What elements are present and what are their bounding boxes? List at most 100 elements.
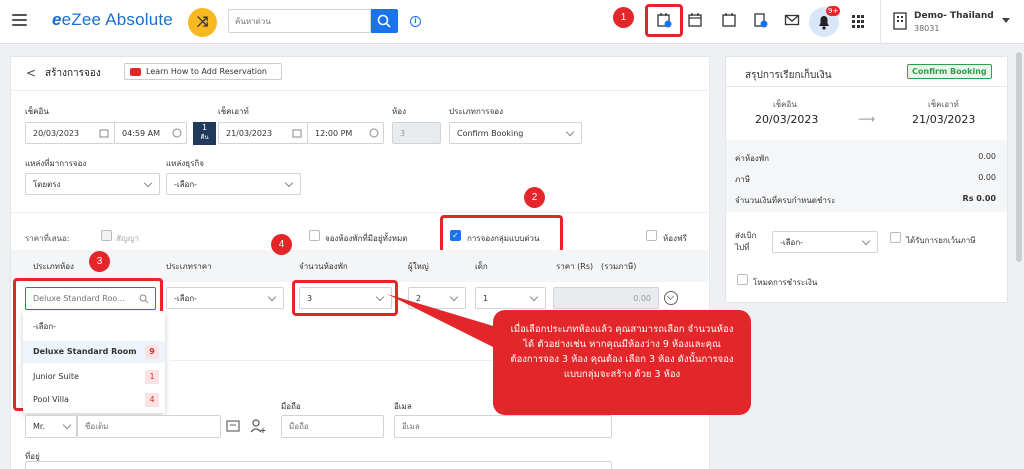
mobile-field[interactable] (281, 415, 384, 438)
search-input[interactable] (229, 10, 370, 32)
room-option[interactable]: -เลือก- (23, 316, 165, 338)
nights-badge: 1 คืน (193, 122, 216, 145)
notification-badge: 9+ (826, 6, 841, 16)
full-name-field[interactable] (77, 415, 221, 438)
clock-icon (369, 128, 379, 138)
title-select[interactable]: Mr. (25, 415, 77, 438)
business-source-select[interactable]: -เลือก- (166, 173, 301, 195)
checkout-time-value: 12:00 PM (315, 128, 353, 138)
room-option[interactable]: Pool Villa 4 (23, 389, 165, 411)
reserve-available-checkbox[interactable] (309, 230, 320, 241)
tax-exempt-checkbox[interactable] (890, 232, 901, 243)
divider (11, 212, 708, 213)
room-option-label: Deluxe Standard Room (33, 347, 137, 356)
room-option-label: Junior Suite (33, 372, 79, 381)
contract-checkbox[interactable] (101, 230, 112, 241)
address-field[interactable] (25, 461, 612, 469)
chevron-down-icon (143, 178, 153, 188)
room-type-search[interactable] (25, 287, 156, 310)
summary-checkout-label: เช็คเอาท์ (928, 100, 959, 109)
back-icon[interactable]: < (26, 66, 36, 80)
room-availability-count: 1 (145, 370, 159, 384)
mail-icon[interactable] (784, 12, 800, 28)
chevron-down-icon[interactable] (1002, 18, 1010, 23)
shuffle-icon[interactable]: ⤨ (188, 8, 217, 37)
help-button[interactable]: Learn How to Add Reservation (124, 63, 282, 80)
tax-label: ภาษี (735, 175, 751, 184)
chevron-down-icon (62, 420, 72, 430)
checkout-time-field[interactable]: 12:00 PM (307, 122, 384, 144)
col-num-rooms: จำนวนห้องพัก (299, 262, 348, 271)
chevron-down-icon (529, 292, 539, 302)
invoice-icon[interactable] (752, 12, 768, 28)
checkin-time-field[interactable]: 04:59 AM (114, 122, 187, 144)
apps-grid-icon[interactable] (852, 15, 866, 29)
checkin-date-value: 20/03/2023 (33, 128, 80, 138)
source-select[interactable]: โดยตรง (25, 173, 160, 195)
brand-logo[interactable]: eeZee Absolute (52, 10, 173, 30)
mobile-input[interactable] (289, 422, 379, 431)
expand-row-icon[interactable] (664, 291, 678, 305)
tax-exempt-label: ได้รับการยกเว้นภาษี (906, 236, 976, 245)
num-rooms-value: 3 (307, 293, 313, 303)
checkin-date-field[interactable]: 20/03/2023 (25, 122, 115, 144)
room-option[interactable]: Junior Suite 1 (23, 366, 165, 388)
divider (11, 90, 708, 91)
room-option-label: -เลือก- (33, 322, 57, 331)
summary-checkin-label: เช็คอิน (773, 100, 797, 109)
instruction-callout: เมื่อเลือกประเภทห้องแล้ว คุณสามารถเลือก … (493, 310, 751, 415)
email-input[interactable] (402, 422, 602, 431)
send-to-value: -เลือก- (780, 237, 804, 247)
group-booking-checkbox[interactable]: ✓ (450, 230, 461, 241)
rate-type-select[interactable]: -เลือก- (166, 287, 284, 309)
send-to-select[interactable]: -เลือก- (772, 231, 878, 253)
col-room-type: ประเภทห้อง (33, 262, 74, 271)
col-price: ราคา (Rs) (556, 262, 594, 271)
source-value: โดยตรง (33, 179, 61, 189)
send-to-label-2: ไปที่ (735, 243, 750, 252)
annotation-4: 4 (271, 234, 292, 255)
num-rooms-select[interactable]: 3 (299, 287, 392, 309)
search-field[interactable] (228, 9, 371, 33)
rooms-label: ห้อง (392, 107, 406, 116)
annotation-1: 1 (613, 7, 634, 28)
mobile-label: มือถือ (281, 402, 301, 411)
business-source-value: -เลือก- (174, 179, 198, 189)
menu-icon[interactable] (12, 14, 27, 26)
summary-checkin-date: 20/03/2023 (755, 113, 819, 126)
info-icon[interactable]: i (410, 16, 421, 27)
reserve-available-label: จองห้องพักที่มีอยู่ทั้งหมด (325, 234, 408, 243)
email-field[interactable] (394, 415, 612, 438)
free-room-checkbox[interactable] (646, 230, 657, 241)
chevron-down-icon (284, 178, 294, 188)
room-charge-value: 0.00 (978, 152, 996, 161)
divider (726, 86, 1007, 87)
email-label: อีเมล (394, 402, 412, 411)
calendar-check-icon[interactable] (687, 12, 703, 28)
youtube-icon (130, 68, 141, 76)
page-title: สร้างการจอง (45, 68, 101, 79)
search-button[interactable] (371, 9, 398, 33)
business-source-label: แหล่งธุรกิจ (166, 159, 204, 168)
chevron-down-icon (267, 292, 277, 302)
scrollbar[interactable] (1016, 52, 1022, 262)
calendar-icon[interactable] (721, 12, 737, 28)
hotel-name[interactable]: Demo- Thailand (914, 11, 994, 21)
room-option-selected[interactable]: Deluxe Standard Room 9 (23, 341, 165, 363)
checkin-time-value: 04:59 AM (122, 128, 160, 138)
new-reservation-icon[interactable] (656, 12, 672, 28)
col-child: เด็ก (475, 262, 488, 271)
full-name-input[interactable] (85, 422, 205, 431)
building-icon (893, 12, 907, 30)
id-card-icon[interactable] (226, 419, 240, 433)
checkout-date-field[interactable]: 21/03/2023 (218, 122, 308, 144)
add-guest-icon[interactable] (250, 418, 266, 434)
divider (880, 0, 881, 44)
rate-offer-label: ราคาที่เสนอ: (25, 234, 70, 243)
title-value: Mr. (33, 422, 45, 431)
booking-type-select[interactable]: Confirm Booking (449, 122, 582, 144)
clock-icon (172, 128, 182, 138)
booking-type-value: Confirm Booking (457, 128, 524, 138)
payment-mode-checkbox[interactable] (737, 274, 748, 285)
room-type-search-input[interactable] (33, 294, 133, 303)
